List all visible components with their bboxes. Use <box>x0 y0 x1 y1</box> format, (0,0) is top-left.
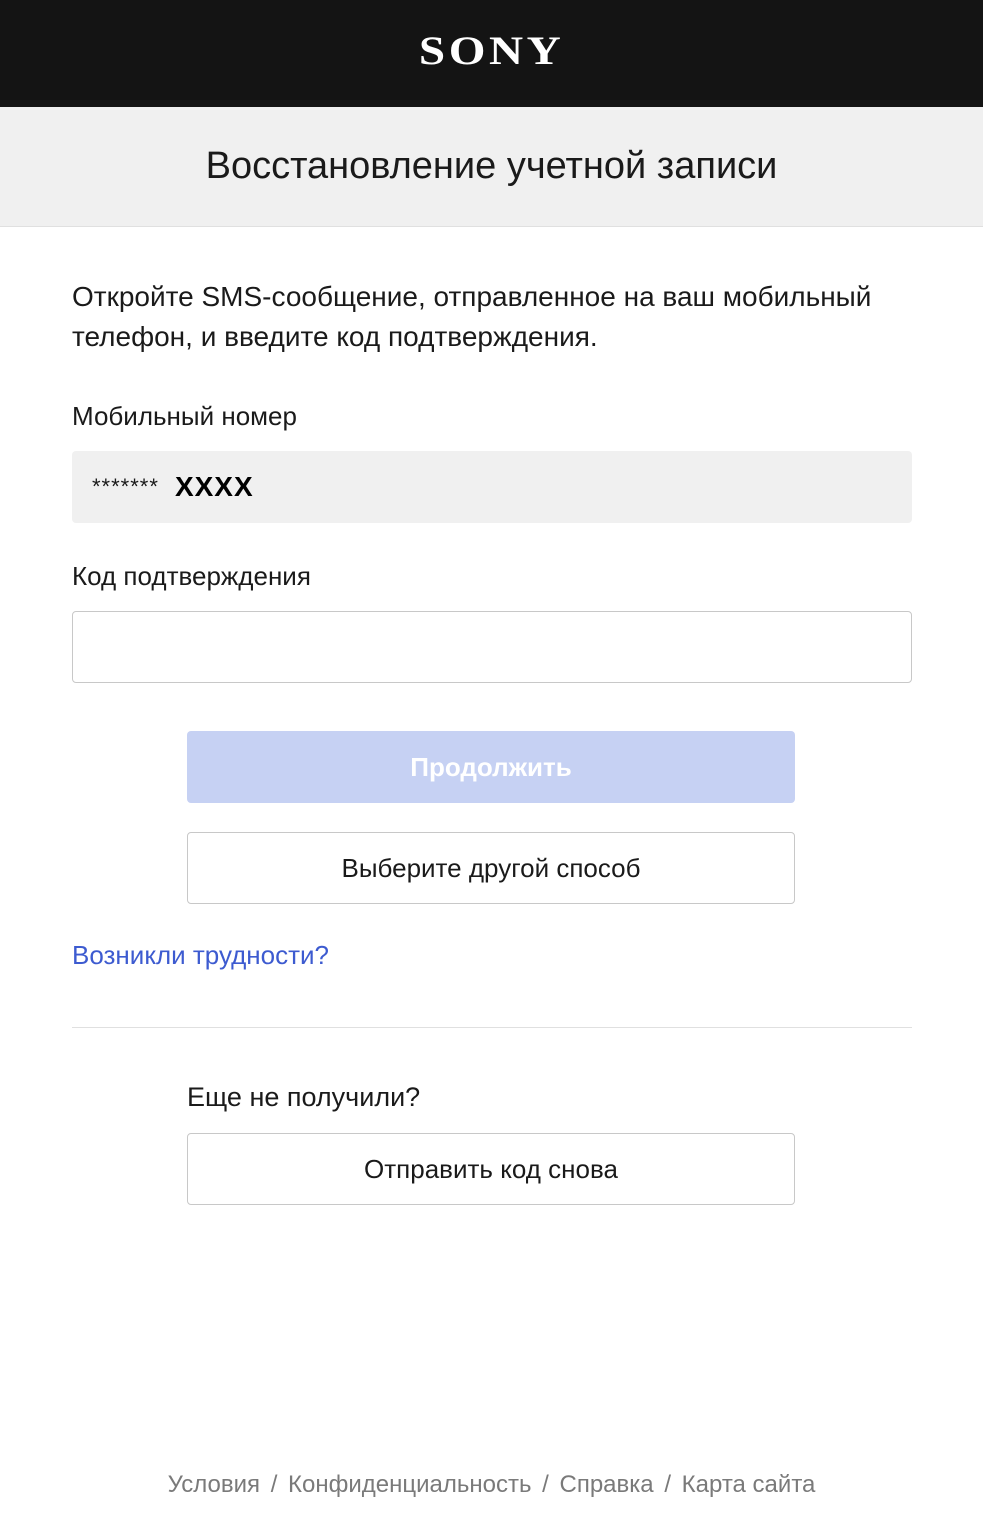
mobile-number-mask: ******* <box>92 474 159 499</box>
resend-code-button[interactable]: Отправить код снова <box>187 1133 795 1205</box>
instructions-text: Откройте SMS-сообщение, отправленное на … <box>72 281 872 352</box>
footer-separator: / <box>270 1471 278 1498</box>
divider <box>72 1027 912 1028</box>
not-received-text: Еще не получили? <box>187 1082 421 1112</box>
top-bar: SONY <box>0 0 983 107</box>
footer-separator: / <box>542 1471 549 1498</box>
verification-code-label: Код подтверждения <box>72 561 311 591</box>
footer-sitemap-link[interactable]: Карта сайта <box>682 1471 816 1498</box>
footer-privacy-link[interactable]: Конфиденциальность <box>288 1471 531 1498</box>
choose-other-method-button[interactable]: Выберите другой способ <box>187 832 795 904</box>
continue-button[interactable]: Продолжить <box>187 731 795 803</box>
mobile-number-label: Мобильный номер <box>72 401 297 431</box>
having-trouble-link[interactable]: Возникли трудности? <box>72 940 329 971</box>
footer-help-link[interactable]: Справка <box>560 1471 654 1498</box>
sony-logo: SONY <box>418 28 565 73</box>
mobile-number-suffix: XXXX <box>174 471 254 502</box>
title-bar: Восстановление учетной записи <box>0 107 983 227</box>
mobile-number-field: ******* XXXX <box>72 451 912 523</box>
footer-links: Условия / Конфиденциальность / Справка /… <box>0 1471 983 1499</box>
page-title: Восстановление учетной записи <box>205 145 778 187</box>
footer-terms-link[interactable]: Условия <box>168 1471 260 1498</box>
footer-separator: / <box>664 1471 671 1498</box>
verification-code-input[interactable] <box>72 611 912 683</box>
